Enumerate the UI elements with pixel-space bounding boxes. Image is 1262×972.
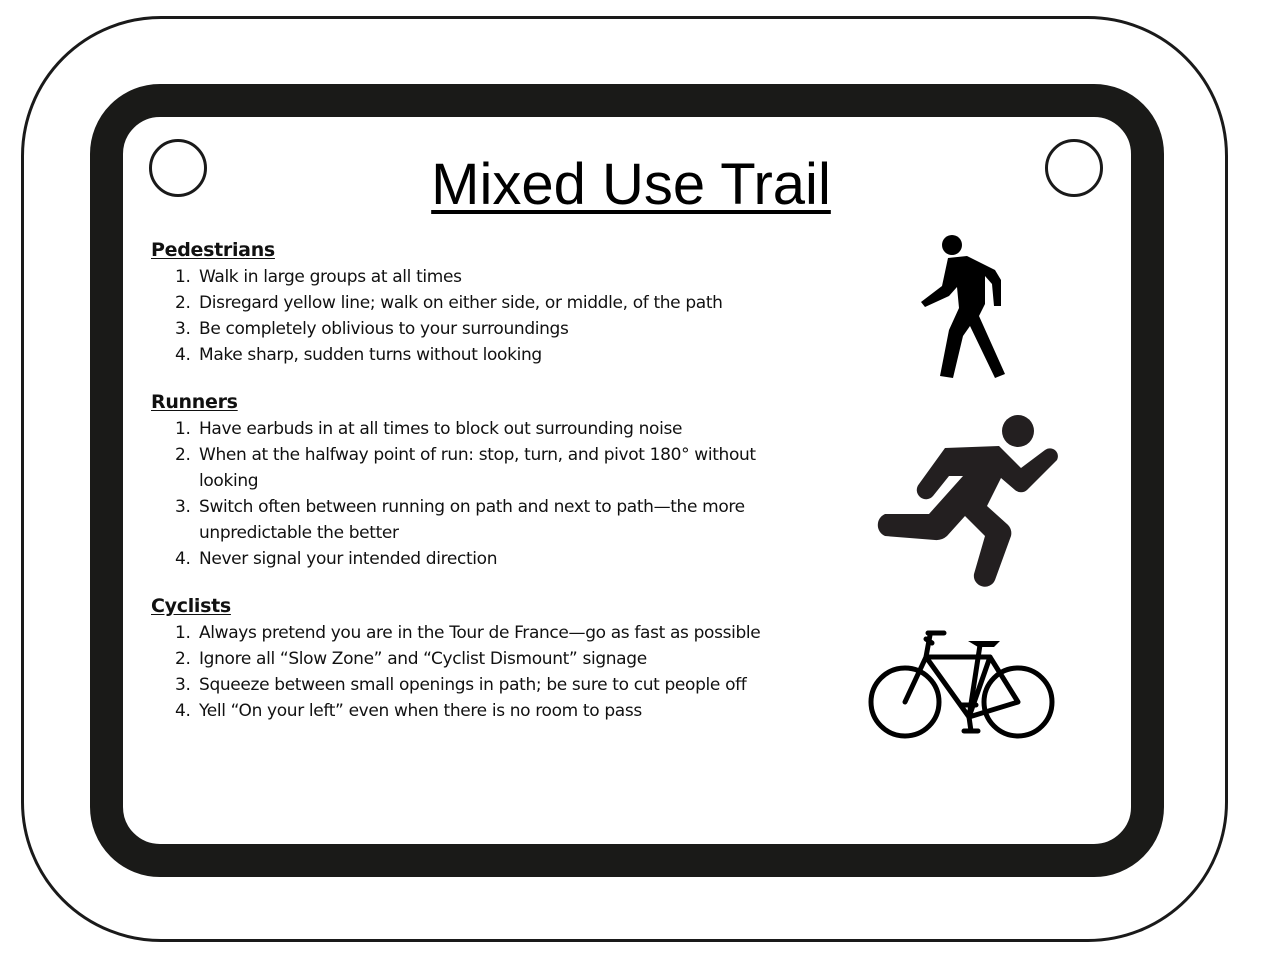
sign-title: Mixed Use Trail: [431, 152, 831, 217]
rule-text: Always pretend you are in the Tour de Fr…: [199, 623, 761, 643]
rule-number: 2.: [175, 293, 191, 313]
rule-text: Make sharp, sudden turns without looking: [199, 345, 542, 365]
runner-icon: [875, 412, 1065, 590]
sign-title-container: Mixed Use Trail: [0, 150, 1262, 220]
rule-item: 3. Squeeze between small openings in path…: [151, 672, 811, 698]
rule-text: Ignore all “Slow Zone” and “Cyclist Dism…: [199, 649, 647, 669]
rule-item: 4. Never signal your intended direction: [151, 546, 811, 572]
bicycle-icon: [868, 627, 1056, 742]
section-cyclists: Cyclists 1. Always pretend you are in the…: [151, 592, 811, 724]
rule-text: Have earbuds in at all times to block ou…: [199, 419, 683, 439]
rule-number: 4.: [175, 701, 191, 721]
rules-list: 1. Walk in large groups at all times 2. Di…: [151, 264, 811, 368]
rule-number: 1.: [175, 419, 191, 439]
rule-number: 3.: [175, 319, 191, 339]
rule-text: When at the halfway point of run: stop, …: [199, 445, 756, 491]
section-pedestrians: Pedestrians 1. Walk in large groups at al…: [151, 236, 811, 368]
rule-number: 1.: [175, 623, 191, 643]
rule-number: 2.: [175, 445, 191, 465]
rule-item: 2. Disregard yellow line; walk on either …: [151, 290, 811, 316]
rules-content: Pedestrians 1. Walk in large groups at al…: [151, 236, 811, 744]
rule-number: 3.: [175, 497, 191, 517]
rule-number: 3.: [175, 675, 191, 695]
pedestrian-icon: [915, 232, 1010, 380]
rule-text: Walk in large groups at all times: [199, 267, 462, 287]
rule-item: 3. Be completely oblivious to your surrou…: [151, 316, 811, 342]
rule-item: 1. Always pretend you are in the Tour de …: [151, 620, 811, 646]
rule-item: 1. Walk in large groups at all times: [151, 264, 811, 290]
section-heading: Pedestrians: [151, 239, 275, 261]
rule-text: Switch often between running on path and…: [199, 497, 745, 543]
rule-text: Never signal your intended direction: [199, 549, 498, 569]
rule-text: Yell “On your left” even when there is n…: [199, 701, 642, 721]
rule-item: 3. Switch often between running on path a…: [151, 494, 811, 546]
rule-text: Be completely oblivious to your surround…: [199, 319, 569, 339]
rule-item: 2. Ignore all “Slow Zone” and “Cyclist Di…: [151, 646, 811, 672]
section-runners: Runners 1. Have earbuds in at all times t…: [151, 388, 811, 572]
rule-item: 1. Have earbuds in at all times to block …: [151, 416, 811, 442]
rules-list: 1. Have earbuds in at all times to block …: [151, 416, 811, 572]
section-heading: Cyclists: [151, 595, 231, 617]
rule-text: Squeeze between small openings in path; …: [199, 675, 747, 695]
rule-number: 4.: [175, 549, 191, 569]
rule-number: 4.: [175, 345, 191, 365]
section-heading: Runners: [151, 391, 238, 413]
rule-item: 4. Yell “On your left” even when there is…: [151, 698, 811, 724]
rules-list: 1. Always pretend you are in the Tour de …: [151, 620, 811, 724]
rule-item: 4. Make sharp, sudden turns without looki…: [151, 342, 811, 368]
rule-text: Disregard yellow line; walk on either si…: [199, 293, 723, 313]
rule-item: 2. When at the halfway point of run: stop…: [151, 442, 811, 494]
rule-number: 2.: [175, 649, 191, 669]
rule-number: 1.: [175, 267, 191, 287]
